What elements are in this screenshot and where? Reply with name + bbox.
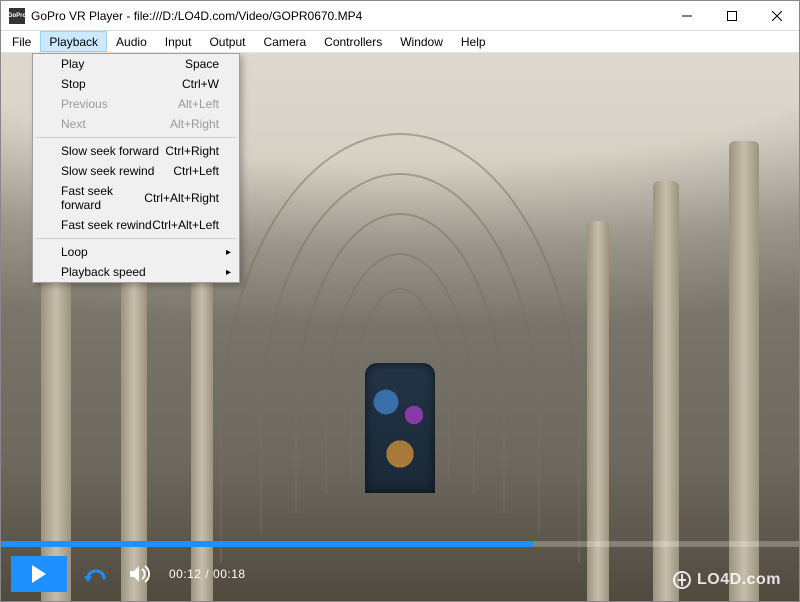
- menu-item-next: Next Alt+Right: [33, 114, 239, 134]
- menu-item-label: Next: [61, 117, 86, 131]
- menu-item-label: Stop: [61, 77, 86, 91]
- menu-playback[interactable]: Playback: [40, 31, 107, 52]
- playback-menu-dropdown: Play Space Stop Ctrl+W Previous Alt+Left Next A…: [32, 53, 240, 283]
- menu-item-label: Play: [61, 57, 84, 71]
- menu-item-shortcut: Ctrl+W: [182, 77, 219, 91]
- globe-icon: [673, 571, 691, 589]
- menu-output[interactable]: Output: [200, 31, 254, 52]
- video-viewport[interactable]: Play Space Stop Ctrl+W Previous Alt+Left Next A…: [1, 53, 799, 601]
- menu-separator: [35, 137, 237, 138]
- menu-item-shortcut: Alt+Left: [178, 97, 219, 111]
- menu-item-fast-seek-rewind[interactable]: Fast seek rewindCtrl+Alt+Left: [33, 215, 239, 235]
- menu-item-slow-seek-forward[interactable]: Slow seek forward Ctrl+Right: [33, 141, 239, 161]
- play-button[interactable]: [11, 556, 67, 592]
- loop-icon: [83, 564, 109, 584]
- menu-controllers[interactable]: Controllers: [315, 31, 391, 52]
- play-icon: [30, 564, 48, 584]
- menu-input[interactable]: Input: [156, 31, 201, 52]
- loop-button[interactable]: [81, 559, 111, 589]
- minimize-button[interactable]: [664, 1, 709, 30]
- volume-button[interactable]: [125, 559, 155, 589]
- menu-item-loop[interactable]: Loop ▸: [33, 242, 239, 262]
- app-window: GoPro GoPro VR Player - file:///D:/LO4D.…: [0, 0, 800, 602]
- maximize-button[interactable]: [709, 1, 754, 30]
- menu-camera[interactable]: Camera: [254, 31, 315, 52]
- menubar: FilePlaybackAudioInputOutputCameraContro…: [1, 31, 799, 53]
- menu-item-shortcut: Ctrl+Alt+Right: [144, 191, 219, 205]
- menu-help[interactable]: Help: [452, 31, 495, 52]
- close-icon: [772, 11, 782, 21]
- menu-item-previous: Previous Alt+Left: [33, 94, 239, 114]
- minimize-icon: [682, 11, 692, 21]
- window-controls: [664, 1, 799, 30]
- maximize-icon: [727, 11, 737, 21]
- menu-item-shortcut: Alt+Right: [170, 117, 219, 131]
- menu-item-fast-seek-forward[interactable]: Fast seek forwardCtrl+Alt+Right: [33, 181, 239, 215]
- menu-item-label: Slow seek rewind: [61, 164, 154, 178]
- titlebar[interactable]: GoPro GoPro VR Player - file:///D:/LO4D.…: [1, 1, 799, 31]
- menu-item-playback-speed[interactable]: Playback speed ▸: [33, 262, 239, 282]
- menu-item-shortcut: Ctrl+Left: [173, 164, 219, 178]
- watermark: LO4D.com: [673, 571, 781, 589]
- window-title: GoPro VR Player - file:///D:/LO4D.com/Vi…: [31, 9, 664, 23]
- menu-item-label: Previous: [61, 97, 108, 111]
- close-button[interactable]: [754, 1, 799, 30]
- duration: 00:18: [213, 567, 246, 581]
- menu-item-label: Fast seek rewind: [61, 218, 152, 232]
- menu-item-shortcut: Ctrl+Right: [165, 144, 219, 158]
- menu-audio[interactable]: Audio: [107, 31, 156, 52]
- app-icon: GoPro: [9, 8, 25, 24]
- current-time: 00:12: [169, 567, 202, 581]
- menu-item-label: Playback speed: [61, 265, 146, 279]
- menu-item-play[interactable]: Play Space: [33, 54, 239, 74]
- menu-item-label: Loop: [61, 245, 88, 259]
- menu-item-shortcut: Space: [185, 57, 219, 71]
- menu-item-label: Fast seek forward: [61, 184, 144, 212]
- menu-item-slow-seek-rewind[interactable]: Slow seek rewind Ctrl+Left: [33, 161, 239, 181]
- menu-window[interactable]: Window: [391, 31, 452, 52]
- menu-item-label: Slow seek forward: [61, 144, 159, 158]
- menu-file[interactable]: File: [3, 31, 40, 52]
- chevron-right-icon: ▸: [226, 267, 231, 278]
- watermark-text: LO4D.com: [697, 571, 781, 589]
- menu-item-shortcut: Ctrl+Alt+Left: [152, 218, 219, 232]
- chevron-right-icon: ▸: [226, 247, 231, 258]
- menu-item-stop[interactable]: Stop Ctrl+W: [33, 74, 239, 94]
- menu-separator: [35, 238, 237, 239]
- time-display: 00:12 / 00:18: [169, 567, 246, 581]
- volume-icon: [129, 564, 151, 584]
